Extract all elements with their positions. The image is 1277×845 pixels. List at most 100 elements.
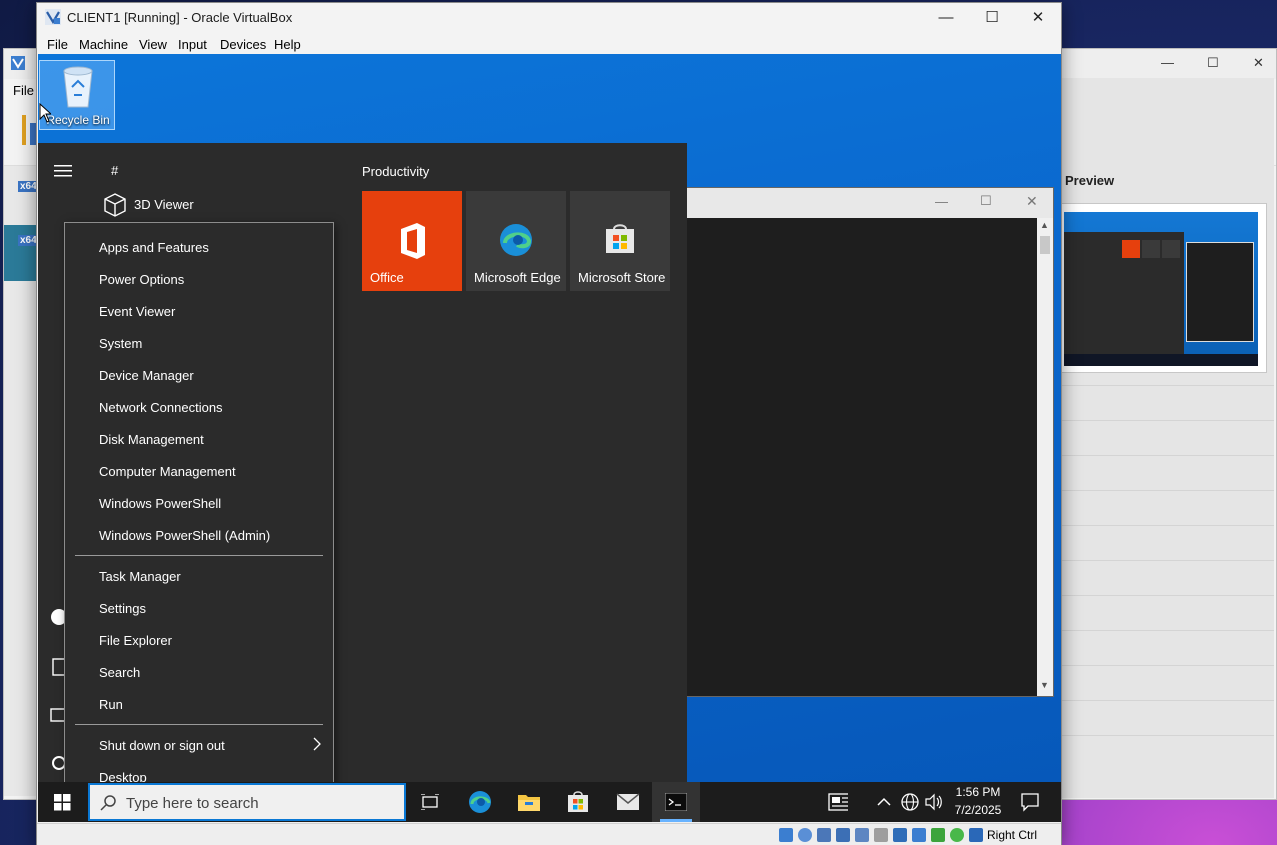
taskbar-store-button[interactable] bbox=[554, 782, 602, 822]
maximize-icon[interactable]: ☐ bbox=[980, 193, 992, 209]
menu-item-label: System bbox=[99, 336, 143, 351]
scroll-thumb[interactable] bbox=[1040, 236, 1050, 254]
recycle-bin-icon bbox=[63, 66, 93, 108]
menu-item-label: Computer Management bbox=[99, 464, 236, 479]
display-icon[interactable] bbox=[893, 828, 907, 842]
menu-item-label: Event Viewer bbox=[99, 304, 176, 319]
start-button[interactable] bbox=[44, 782, 84, 822]
menu-item-disk-management[interactable]: Disk Management bbox=[65, 423, 333, 455]
search-icon bbox=[100, 795, 116, 811]
menu-item-network-connections[interactable]: Network Connections bbox=[65, 391, 333, 423]
news-and-interests-icon[interactable] bbox=[828, 792, 848, 812]
taskbar-edge-button[interactable] bbox=[456, 782, 504, 822]
menu-file[interactable]: File bbox=[47, 37, 68, 52]
vm-list-item[interactable]: x64 bbox=[4, 177, 39, 217]
maximize-icon[interactable]: ☐ bbox=[969, 3, 1015, 33]
taskbar-terminal-button[interactable] bbox=[652, 782, 700, 822]
menu-item-device-manager[interactable]: Device Manager bbox=[65, 359, 333, 391]
minimize-icon[interactable]: — bbox=[923, 3, 969, 33]
menu-item-run[interactable]: Run bbox=[65, 688, 333, 720]
network-icon[interactable] bbox=[836, 828, 850, 842]
virtualbox-icon bbox=[11, 56, 25, 70]
menu-item-windows-powershell[interactable]: Windows PowerShell bbox=[65, 487, 333, 519]
guest-screen[interactable]: Recycle Bin — ☐ ✕ ▲ ▼ # 3D Viewer Produc… bbox=[38, 54, 1061, 822]
optical-drive-icon[interactable] bbox=[798, 828, 812, 842]
terminal-titlebar[interactable]: — ☐ ✕ bbox=[687, 188, 1053, 218]
recording-icon[interactable] bbox=[912, 828, 926, 842]
terminal-window[interactable]: — ☐ ✕ ▲ ▼ bbox=[686, 187, 1054, 697]
app-list-item-3d-viewer[interactable]: 3D Viewer bbox=[102, 191, 302, 219]
task-view-button[interactable] bbox=[406, 782, 454, 822]
menu-item-windows-powershell-admin[interactable]: Windows PowerShell (Admin) bbox=[65, 519, 333, 551]
clock-date[interactable]: 7/2/2025 bbox=[948, 803, 1008, 817]
taskbar-mail-button[interactable] bbox=[604, 782, 652, 822]
menu-help[interactable]: Help bbox=[274, 37, 301, 52]
folder-icon bbox=[518, 795, 540, 811]
menu-item-task-manager[interactable]: Task Manager bbox=[65, 560, 333, 592]
maximize-icon[interactable]: ☐ bbox=[1207, 55, 1219, 71]
usb-icon[interactable] bbox=[855, 828, 869, 842]
menu-item-event-viewer[interactable]: Event Viewer bbox=[65, 295, 333, 327]
menu-devices[interactable]: Devices bbox=[220, 37, 266, 52]
vm-window[interactable]: CLIENT1 [Running] - Oracle VirtualBox — … bbox=[36, 2, 1062, 845]
close-icon[interactable]: ✕ bbox=[1026, 193, 1038, 210]
hamburger-menu-icon[interactable] bbox=[54, 165, 72, 177]
clock-time[interactable]: 1:56 PM bbox=[948, 785, 1008, 799]
tile-microsoft-edge[interactable]: Microsoft Edge bbox=[466, 191, 566, 291]
shared-folders-icon[interactable] bbox=[874, 828, 888, 842]
action-center-icon[interactable] bbox=[1020, 792, 1040, 812]
taskbar-search-box[interactable]: Type here to search bbox=[88, 783, 406, 821]
taskbar-file-explorer-button[interactable] bbox=[505, 782, 553, 822]
tile-label: Microsoft Edge bbox=[474, 270, 561, 285]
menu-item-label: Power Options bbox=[99, 272, 185, 287]
terminal-icon bbox=[665, 793, 687, 811]
alpha-header[interactable]: # bbox=[111, 163, 118, 178]
terminal-scrollbar[interactable]: ▲ ▼ bbox=[1037, 218, 1053, 696]
menu-item-apps-and-features[interactable]: Apps and Features bbox=[65, 231, 333, 263]
store-icon bbox=[606, 224, 634, 253]
menu-item-computer-management[interactable]: Computer Management bbox=[65, 455, 333, 487]
virtualbox-icon bbox=[45, 9, 61, 25]
tile-office[interactable]: Office bbox=[362, 191, 462, 291]
minimize-icon[interactable]: — bbox=[935, 194, 948, 209]
menu-item-file-explorer[interactable]: File Explorer bbox=[65, 624, 333, 656]
vm-titlebar[interactable]: CLIENT1 [Running] - Oracle VirtualBox — … bbox=[37, 3, 1061, 33]
preview-tile bbox=[1142, 240, 1160, 258]
chevron-up-icon[interactable] bbox=[876, 792, 896, 812]
divider bbox=[1062, 560, 1274, 561]
menu-item-power-options[interactable]: Power Options bbox=[65, 263, 333, 295]
host-key-label: Right Ctrl bbox=[987, 828, 1038, 842]
menu-view[interactable]: View bbox=[139, 37, 167, 52]
minimize-icon[interactable]: — bbox=[1161, 55, 1174, 70]
menu-machine[interactable]: Machine bbox=[79, 37, 128, 52]
cpu-icon[interactable] bbox=[931, 828, 945, 842]
manager-menu-file[interactable]: File bbox=[13, 83, 34, 98]
hard-disk-icon[interactable] bbox=[779, 828, 793, 842]
scroll-up-icon[interactable]: ▲ bbox=[1040, 220, 1049, 230]
edge-icon bbox=[469, 791, 491, 813]
menu-item-system[interactable]: System bbox=[65, 327, 333, 359]
divider bbox=[1062, 630, 1274, 631]
tile-label: Office bbox=[370, 270, 404, 285]
menu-item-label: Shut down or sign out bbox=[99, 738, 225, 753]
menu-item-settings[interactable]: Settings bbox=[65, 592, 333, 624]
keyboard-capture-icon[interactable] bbox=[969, 828, 983, 842]
close-icon[interactable]: ✕ bbox=[1253, 55, 1264, 71]
scroll-down-icon[interactable]: ▼ bbox=[1040, 680, 1049, 690]
audio-icon[interactable] bbox=[817, 828, 831, 842]
close-icon[interactable]: ✕ bbox=[1015, 3, 1061, 33]
vm-list-item-selected[interactable]: x64 bbox=[4, 225, 39, 281]
3d-viewer-icon bbox=[104, 193, 126, 217]
volume-icon[interactable] bbox=[924, 792, 944, 812]
mouse-integration-icon[interactable] bbox=[950, 828, 964, 842]
menu-item-search[interactable]: Search bbox=[65, 656, 333, 688]
menu-item-label: Network Connections bbox=[99, 400, 223, 415]
network-globe-icon[interactable] bbox=[900, 792, 920, 812]
menu-item-shut-down-or-sign-out[interactable]: Shut down or sign out bbox=[65, 729, 333, 761]
tile-microsoft-store[interactable]: Microsoft Store bbox=[570, 191, 670, 291]
menu-input[interactable]: Input bbox=[178, 37, 207, 52]
menu-item-label: Task Manager bbox=[99, 569, 181, 584]
chevron-right-icon bbox=[313, 737, 321, 751]
mouse-cursor-icon bbox=[39, 103, 51, 123]
store-icon bbox=[568, 791, 588, 812]
